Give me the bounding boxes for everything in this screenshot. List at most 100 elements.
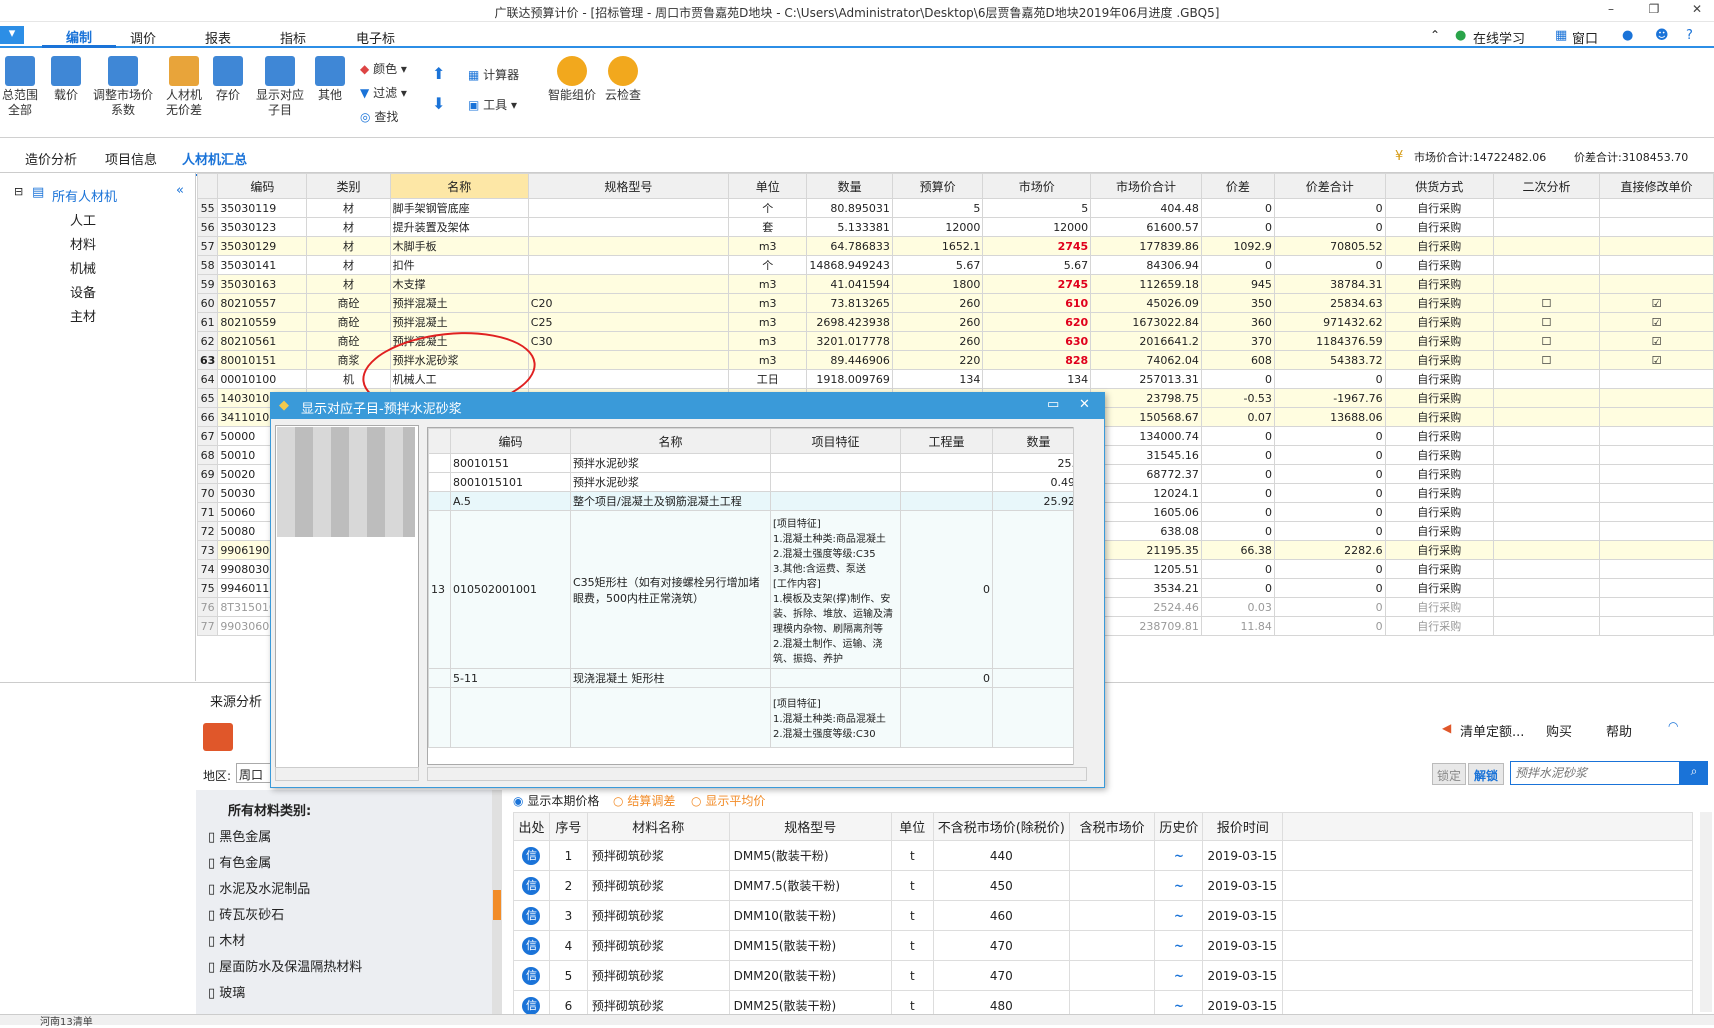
table-cell[interactable]: 0 — [1200, 521, 1275, 541]
table-cell[interactable]: 1652.1 — [891, 236, 984, 256]
table-cell[interactable] — [1599, 578, 1714, 598]
table-cell[interactable]: 12000 — [982, 217, 1092, 237]
table-cell[interactable] — [1599, 236, 1714, 256]
table-cell[interactable] — [1599, 597, 1714, 617]
table-cell[interactable] — [1492, 464, 1601, 484]
dialog-cell[interactable] — [900, 687, 993, 748]
table-cell[interactable]: 61 — [197, 312, 219, 332]
dialog-left-hscrollbar[interactable] — [275, 767, 419, 781]
table-cell[interactable]: C25 — [527, 312, 730, 332]
find-button[interactable]: ◎ 查找 — [360, 108, 398, 125]
table-cell[interactable]: 0 — [1200, 445, 1275, 465]
table-cell[interactable]: 5.133381 — [806, 217, 893, 237]
table-cell[interactable] — [527, 350, 730, 370]
tree-item-main-material[interactable]: 主材 — [70, 306, 96, 325]
table-cell[interactable]: m3 — [728, 293, 808, 313]
table-cell[interactable]: 0 — [1273, 217, 1386, 237]
table-cell[interactable]: 35030129 — [217, 236, 308, 256]
table-cell[interactable]: 828 — [982, 350, 1092, 370]
price-cell[interactable]: 440 — [932, 840, 1070, 871]
table-cell[interactable]: 61600.57 — [1090, 217, 1202, 237]
headset-icon[interactable]: ◠ — [1668, 719, 1678, 733]
table-cell[interactable] — [1492, 483, 1601, 503]
dialog-cell[interactable] — [992, 510, 1085, 669]
table-cell[interactable]: 64.786833 — [806, 236, 893, 256]
dialog-cell[interactable] — [992, 668, 1085, 688]
dialog-cell[interactable]: 0.490 — [992, 472, 1085, 492]
option-current[interactable]: ◉ 显示本期价格 — [513, 792, 599, 809]
table-cell[interactable]: 5 — [982, 198, 1092, 218]
table-cell[interactable]: 自行采购 — [1384, 217, 1494, 237]
table-cell[interactable]: 3201.017778 — [806, 331, 893, 351]
price-row[interactable]: 信 1 预拌砌筑砂浆 DMM5(散装干粉) t 440 ~2019-03-15 — [513, 840, 1693, 871]
table-cell[interactable] — [527, 274, 730, 294]
dialog-cell[interactable] — [428, 491, 451, 511]
table-cell[interactable]: 260 — [891, 293, 984, 313]
price-column-header[interactable]: 报价时间 — [1202, 812, 1284, 841]
price-cell[interactable]: 预拌砌筑砂浆 — [586, 840, 730, 871]
table-cell[interactable]: 0 — [1273, 445, 1386, 465]
table-cell[interactable] — [1492, 426, 1601, 446]
smart-price-button[interactable]: 智能组价 — [544, 56, 600, 103]
table-cell[interactable]: 木支撑 — [389, 274, 529, 294]
dialog-cell[interactable]: 80010151 — [450, 453, 571, 473]
table-row[interactable]: 61 80210559 商砼 预拌混凝土 C25 m3 2698.423938 260 620 1… — [197, 312, 1714, 332]
category-item[interactable]: ▯ 屋面防水及保温隔热材料 — [208, 956, 362, 975]
online-learn-link[interactable]: 在线学习 — [1473, 28, 1525, 47]
table-cell[interactable]: ☐ — [1492, 331, 1601, 351]
tab-project-info[interactable]: 项目信息 — [105, 149, 157, 168]
table-cell[interactable]: 35030119 — [217, 198, 308, 218]
price-cell[interactable]: 4 — [548, 930, 588, 961]
table-cell[interactable]: 45026.09 — [1090, 293, 1202, 313]
table-cell[interactable]: 1184376.59 — [1273, 331, 1386, 351]
table-cell[interactable]: 自行采购 — [1384, 198, 1494, 218]
menu-e-bid[interactable]: 电子标 — [356, 28, 395, 47]
price-cell[interactable]: 2019-03-15 — [1202, 960, 1284, 991]
table-cell[interactable]: 25834.63 — [1273, 293, 1386, 313]
table-cell[interactable]: 自行采购 — [1384, 369, 1494, 389]
table-cell[interactable]: 3534.21 — [1090, 578, 1202, 598]
price-cell[interactable]: 信 — [513, 870, 550, 901]
save-price-button[interactable]: 存价 — [210, 56, 246, 103]
tab-source-analysis[interactable]: 来源分析 — [210, 691, 262, 710]
table-cell[interactable]: 66.38 — [1200, 540, 1275, 560]
table-cell[interactable]: m3 — [728, 236, 808, 256]
price-cell[interactable]: 2019-03-15 — [1202, 900, 1284, 931]
trend-chart-icon[interactable]: ~ — [1174, 879, 1184, 893]
table-cell[interactable]: 自行采购 — [1384, 483, 1494, 503]
table-cell[interactable] — [527, 217, 730, 237]
table-cell[interactable]: 112659.18 — [1090, 274, 1202, 294]
table-cell[interactable]: 自行采购 — [1384, 255, 1494, 275]
dialog-cell[interactable] — [770, 668, 901, 688]
table-cell[interactable]: 610 — [982, 293, 1092, 313]
table-cell[interactable]: 70805.52 — [1273, 236, 1386, 256]
table-cell[interactable]: 66 — [197, 407, 219, 427]
unlock-button[interactable]: 解锁 — [1468, 763, 1504, 785]
dialog-cell[interactable] — [770, 491, 901, 511]
table-cell[interactable]: 2745 — [982, 274, 1092, 294]
table-cell[interactable]: 77 — [197, 616, 219, 636]
table-cell[interactable]: 257013.31 — [1090, 369, 1202, 389]
dialog-cell[interactable] — [428, 668, 451, 688]
category-item[interactable]: ▯ 玻璃 — [208, 982, 245, 1001]
price-column-header[interactable]: 单位 — [890, 812, 934, 841]
app-menu-icon[interactable]: ▾ — [0, 26, 24, 44]
price-column-header[interactable]: 出处 — [513, 812, 550, 841]
table-row[interactable]: 58 35030141 材扣件个 14868.949243 5.67 5.67 84306.… — [197, 255, 1714, 275]
table-cell[interactable]: 5.67 — [891, 255, 984, 275]
table-cell[interactable]: 35030163 — [217, 274, 308, 294]
dialog-cell[interactable]: 整个项目/混凝土及钢筋混凝土工程 — [570, 491, 771, 511]
table-cell[interactable]: 74 — [197, 559, 219, 579]
price-cell[interactable] — [1068, 840, 1156, 871]
table-cell[interactable] — [1492, 616, 1601, 636]
table-cell[interactable]: 80210559 — [217, 312, 308, 332]
price-cell[interactable]: 470 — [932, 930, 1070, 961]
table-cell[interactable]: 自行采购 — [1384, 597, 1494, 617]
table-cell[interactable]: 0 — [1200, 502, 1275, 522]
grid-column-header[interactable]: 规格型号 — [527, 173, 730, 199]
table-cell[interactable]: m3 — [728, 312, 808, 332]
table-cell[interactable] — [1492, 445, 1601, 465]
menu-adjust-price[interactable]: 调价 — [130, 28, 156, 47]
price-cell[interactable]: ~ — [1154, 840, 1204, 871]
grid-column-header[interactable]: 市场价合计 — [1090, 173, 1202, 199]
